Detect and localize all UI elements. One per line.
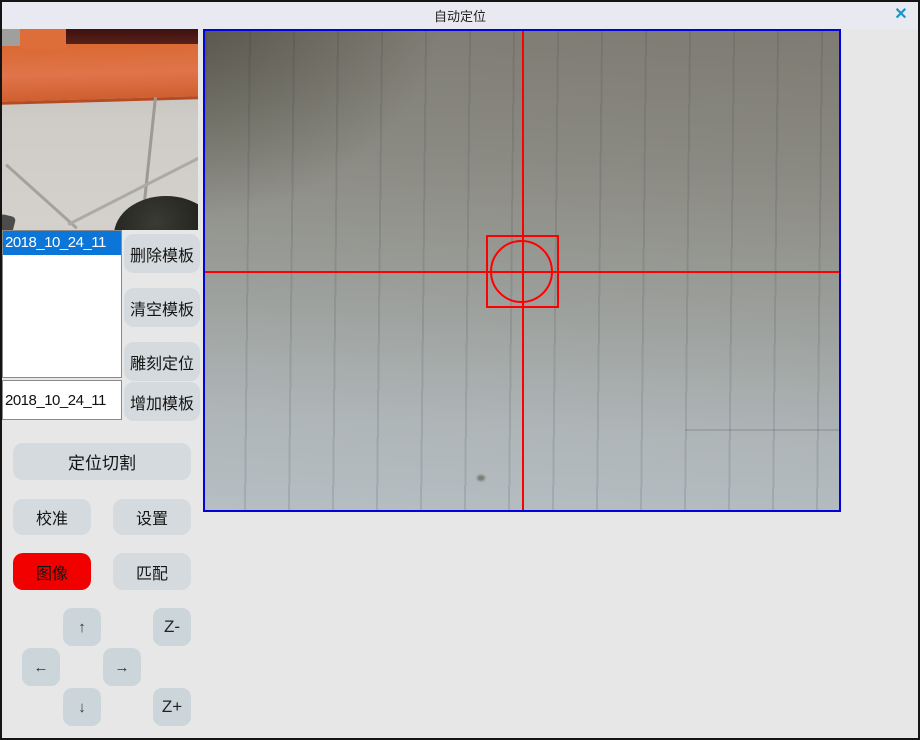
list-item[interactable]: 2018_10_24_11	[3, 231, 121, 255]
image-button[interactable]: 图像	[13, 553, 91, 590]
jog-up-button[interactable]: ↑	[63, 608, 101, 646]
calibrate-button[interactable]: 校准	[13, 499, 91, 535]
clear-templates-button[interactable]: 清空模板	[124, 288, 200, 327]
add-template-button[interactable]: 增加模板	[124, 382, 200, 421]
settings-button[interactable]: 设置	[113, 499, 191, 535]
template-thumbnail	[2, 29, 198, 230]
match-button[interactable]: 匹配	[113, 553, 191, 590]
engrave-position-button[interactable]: 雕刻定位	[124, 342, 200, 381]
target-circle	[490, 240, 553, 303]
close-icon[interactable]: ✕	[891, 5, 911, 25]
template-list[interactable]: 2018_10_24_11	[2, 230, 122, 378]
template-name-input[interactable]	[2, 380, 122, 420]
thumbnail-dark-object	[114, 196, 198, 230]
auto-positioning-dialog: 自动定位 ✕ 2018_10_24_11 删除模板 清空模板 雕刻定位 增加模板…	[0, 0, 920, 740]
z-minus-button[interactable]: Z-	[153, 608, 191, 646]
z-plus-button[interactable]: Z+	[153, 688, 191, 726]
thumbnail-dark-patch	[2, 214, 16, 230]
jog-down-button[interactable]: ↓	[63, 688, 101, 726]
title-bar: 自动定位 ✕	[2, 2, 918, 29]
feed-smudge-dot	[477, 475, 485, 481]
thumbnail-grout-line	[142, 97, 157, 211]
thumbnail-orange-box	[20, 29, 67, 49]
thumbnail-orange-beam	[2, 39, 198, 105]
jog-right-button[interactable]: →	[103, 648, 141, 686]
window-title: 自动定位	[434, 6, 486, 25]
camera-feed	[205, 31, 839, 510]
camera-view[interactable]	[203, 29, 841, 512]
position-cut-button[interactable]: 定位切割	[13, 443, 191, 480]
thumbnail-grout-line	[5, 164, 78, 230]
delete-template-button[interactable]: 删除模板	[124, 234, 200, 273]
thumbnail-corner	[2, 29, 22, 46]
jog-left-button[interactable]: ←	[22, 648, 60, 686]
feed-grout-line	[685, 429, 839, 431]
thumbnail-maroon-bar	[66, 29, 198, 44]
